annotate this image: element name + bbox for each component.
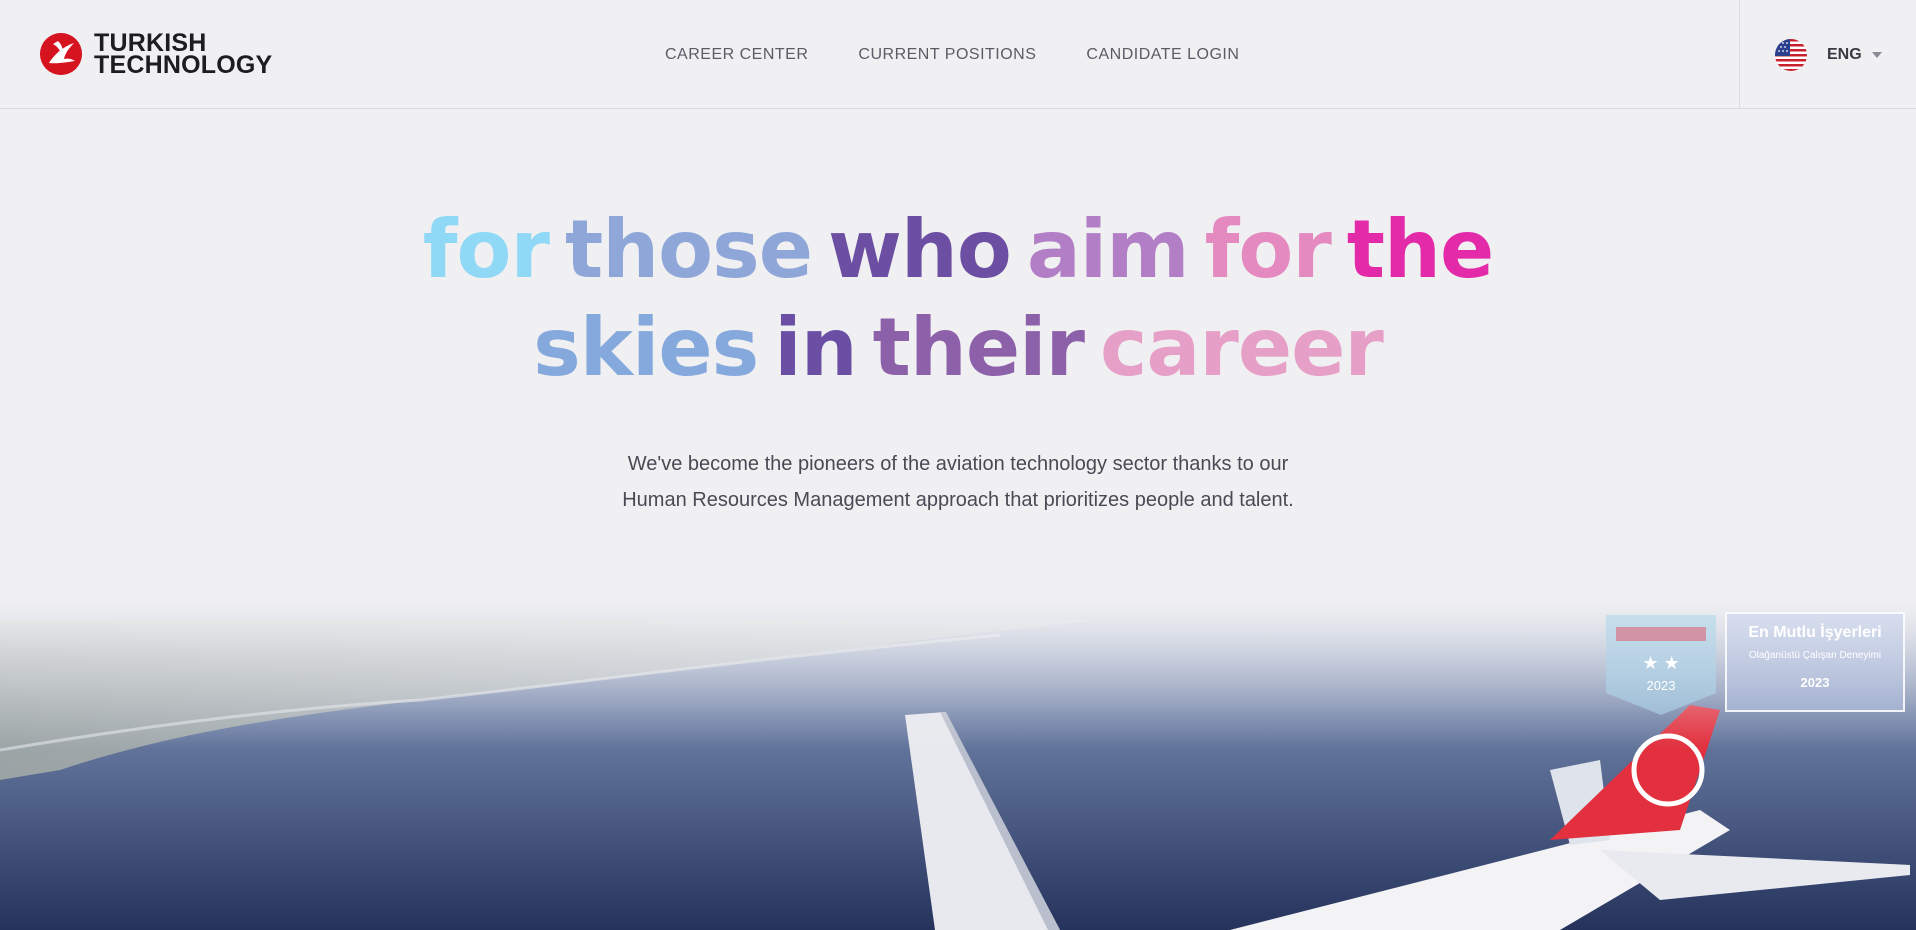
headline-word: skies bbox=[533, 301, 759, 394]
hero-subtitle-line1: We've become the pioneers of the aviatio… bbox=[627, 453, 1289, 475]
turkish-airlines-bird-icon bbox=[40, 33, 82, 75]
headline-word: for bbox=[1204, 203, 1332, 296]
badge-title: En Mutlu İşyerleri bbox=[1748, 624, 1882, 641]
badge-year: 2023 bbox=[1646, 678, 1676, 693]
us-flag-icon bbox=[1775, 38, 1807, 71]
nav-career-center[interactable]: CAREER CENTER bbox=[665, 46, 808, 64]
site-header: TURKISH TECHNOLOGY CAREER CENTER CURRENT… bbox=[0, 0, 1916, 109]
happiest-workplaces-badge: En Mutlu İşyerleri Olağanüstü Çalışan De… bbox=[1725, 612, 1905, 712]
hero-subtitle: We've become the pioneers of the aviatio… bbox=[0, 446, 1916, 518]
language-label: ENG bbox=[1827, 45, 1862, 63]
language-selector[interactable]: ENG bbox=[1739, 0, 1916, 109]
headline-word: the bbox=[1346, 203, 1494, 296]
nav-current-positions[interactable]: CURRENT POSITIONS bbox=[858, 46, 1036, 64]
badge-year: 2023 bbox=[1800, 675, 1830, 690]
nav-candidate-login[interactable]: CANDIDATE LOGIN bbox=[1086, 46, 1239, 64]
headline-word: career bbox=[1100, 301, 1384, 394]
headline-word: aim bbox=[1026, 203, 1190, 296]
hero-subtitle-line2: Human Resources Management approach that… bbox=[622, 489, 1294, 511]
headline-word: who bbox=[827, 203, 1012, 296]
chevron-down-icon bbox=[1871, 51, 1882, 58]
badge-subtitle: Olağanüstü Çalışan Deneyimi bbox=[1748, 650, 1882, 661]
brand-wordmark: TURKISH TECHNOLOGY bbox=[94, 31, 273, 79]
headline-word: their bbox=[872, 301, 1085, 394]
badge-stars: ★ ★ bbox=[1642, 653, 1680, 673]
headline-word: those bbox=[564, 203, 813, 296]
hero-headline-line1: for those who aim for the bbox=[0, 210, 1916, 290]
brand-logo[interactable]: TURKISH TECHNOLOGY bbox=[40, 31, 273, 79]
brand-line2: TECHNOLOGY bbox=[94, 51, 273, 79]
headline-word: in bbox=[774, 301, 857, 394]
hero-headline-line2: skies in their career bbox=[0, 308, 1916, 388]
headline-word: for bbox=[422, 203, 550, 296]
main-nav: CAREER CENTER CURRENT POSITIONS CANDIDAT… bbox=[640, 0, 1264, 109]
